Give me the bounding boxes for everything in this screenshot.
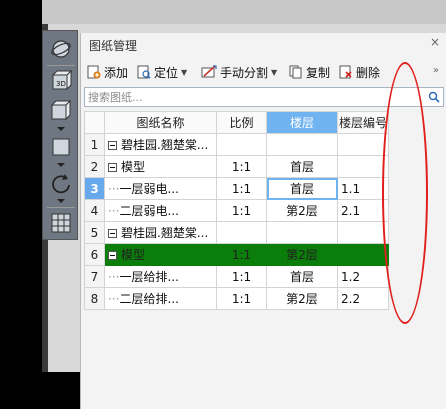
table-row[interactable]: 5 碧桂园.翘楚棠... [84, 221, 389, 244]
split-icon [201, 65, 217, 78]
add-icon [87, 65, 101, 79]
add-button[interactable]: 添加 [87, 61, 128, 83]
search-icon[interactable] [428, 91, 440, 103]
delete-button[interactable]: 删除 [339, 61, 380, 83]
rotate-icon[interactable] [47, 169, 75, 197]
header-drawing-name[interactable]: 图纸名称 [104, 111, 217, 134]
scale-cell[interactable]: 1:1 [216, 265, 267, 288]
floor-cell[interactable]: 第2层 [266, 287, 338, 310]
floor-code-cell[interactable]: 2.1 [337, 199, 389, 222]
copy-icon [289, 65, 302, 79]
drawing-name: 模型 [121, 248, 146, 262]
floor-code-cell[interactable] [337, 155, 389, 178]
scale-cell[interactable]: 1:1 [216, 155, 267, 178]
floor-cell[interactable]: 首层 [266, 265, 338, 288]
row-number: 7 [84, 265, 105, 288]
panel-title: 图纸管理 [89, 39, 138, 53]
floor-cell[interactable]: 首层 [266, 155, 338, 178]
scale-cell[interactable]: 1:1 [216, 287, 267, 310]
annotation-oval [382, 62, 428, 324]
table-row[interactable]: 1 碧桂园.翘楚棠... [84, 133, 389, 156]
3d-view-icon[interactable]: 3D [47, 67, 75, 95]
collapse-icon[interactable] [108, 251, 117, 260]
search-input[interactable] [85, 88, 415, 106]
grid-calc-icon[interactable] [47, 209, 75, 237]
scale-cell[interactable]: 1:1 [216, 199, 267, 222]
header-scale[interactable]: 比例 [216, 111, 267, 134]
floor-cell[interactable] [266, 221, 338, 244]
floor-cell[interactable] [266, 133, 338, 156]
drawing-name: 碧桂园.翘楚棠... [121, 226, 209, 240]
locate-icon [137, 65, 151, 79]
collapse-icon[interactable] [108, 163, 117, 172]
scale-cell[interactable] [216, 221, 267, 244]
row-number: 4 [84, 199, 105, 222]
svg-text:3D: 3D [56, 80, 66, 88]
add-label: 添加 [104, 65, 129, 80]
row-number: 1 [84, 133, 105, 156]
row-number: 8 [84, 287, 105, 310]
floor-code-cell[interactable]: 1.1 [337, 177, 389, 200]
floor-code-cell[interactable]: 2.2 [337, 287, 389, 310]
floor-code-cell[interactable] [337, 243, 389, 266]
table-row-highlighted[interactable]: 6 模型 1:1 第2层 [84, 243, 389, 266]
more-icon[interactable]: » [433, 65, 439, 76]
row-number: 5 [84, 221, 105, 244]
table-row[interactable]: 8 ···二层给排... 1:1 第2层 2.2 [84, 287, 389, 310]
delete-icon [339, 65, 352, 79]
drawing-table: 图纸名称 比例 楼层 楼层编号 1 碧桂园.翘楚棠... 2 模型 1:1 首层… [84, 111, 389, 310]
orbit-icon[interactable] [47, 35, 75, 63]
chevron-down-icon[interactable]: ▼ [271, 68, 277, 77]
drawing-name: 二层弱电... [119, 204, 179, 218]
row-number: 2 [84, 155, 105, 178]
copy-button[interactable]: 复制 [289, 61, 330, 83]
split-label: 手动分割 [220, 65, 269, 80]
view-toolbar: 3D [42, 30, 78, 240]
box-view-icon[interactable] [47, 97, 75, 125]
scale-cell[interactable]: 1:1 [216, 243, 267, 266]
drawing-name: 一层弱电... [119, 182, 179, 196]
floor-cell[interactable]: 第2层 [266, 243, 338, 266]
drawing-name: 模型 [121, 160, 146, 174]
table-row[interactable]: 3 ···一层弱电... 1:1 首层 1.1 [84, 177, 389, 200]
scale-cell[interactable]: 1:1 [216, 177, 267, 200]
locate-button[interactable]: 定位 ▼ [137, 61, 187, 83]
header-floor-code[interactable]: 楼层编号 [337, 111, 389, 134]
table-row[interactable]: 7 ···一层给排... 1:1 首层 1.2 [84, 265, 389, 288]
viewport-bottom [0, 372, 80, 409]
floor-code-cell[interactable] [337, 221, 389, 244]
collapse-icon[interactable] [108, 141, 117, 150]
cube-view-icon[interactable] [47, 133, 75, 161]
header-floor[interactable]: 楼层 [266, 111, 338, 134]
table-row[interactable]: 4 ···二层弱电... 1:1 第2层 2.1 [84, 199, 389, 222]
split-button[interactable]: 手动分割 ▼ [201, 61, 277, 83]
copy-label: 复制 [306, 65, 331, 80]
row-number: 6 [84, 243, 105, 266]
floor-cell[interactable]: 首层 [266, 177, 338, 200]
floor-cell[interactable]: 第2层 [266, 199, 338, 222]
scale-cell[interactable] [216, 133, 267, 156]
table-header-row: 图纸名称 比例 楼层 楼层编号 [84, 111, 389, 134]
close-icon[interactable]: × [430, 35, 440, 49]
drawing-name: 碧桂园.翘楚棠... [121, 138, 209, 152]
drawing-name: 二层给排... [119, 292, 179, 306]
floor-code-cell[interactable]: 1.2 [337, 265, 389, 288]
viewport-background [0, 0, 42, 409]
chevron-down-icon[interactable]: ▼ [181, 68, 187, 77]
floor-code-cell[interactable] [337, 133, 389, 156]
row-number: 3 [84, 177, 105, 200]
delete-label: 删除 [356, 65, 381, 80]
table-row[interactable]: 2 模型 1:1 首层 [84, 155, 389, 178]
action-toolbar: 添加 定位 ▼ 手动分割 ▼ 复制 删除 » [85, 61, 443, 83]
locate-label: 定位 [154, 65, 179, 80]
drawing-name: 一层给排... [119, 270, 179, 284]
top-bar [42, 0, 446, 24]
header-index [84, 111, 105, 134]
collapse-icon[interactable] [108, 229, 117, 238]
